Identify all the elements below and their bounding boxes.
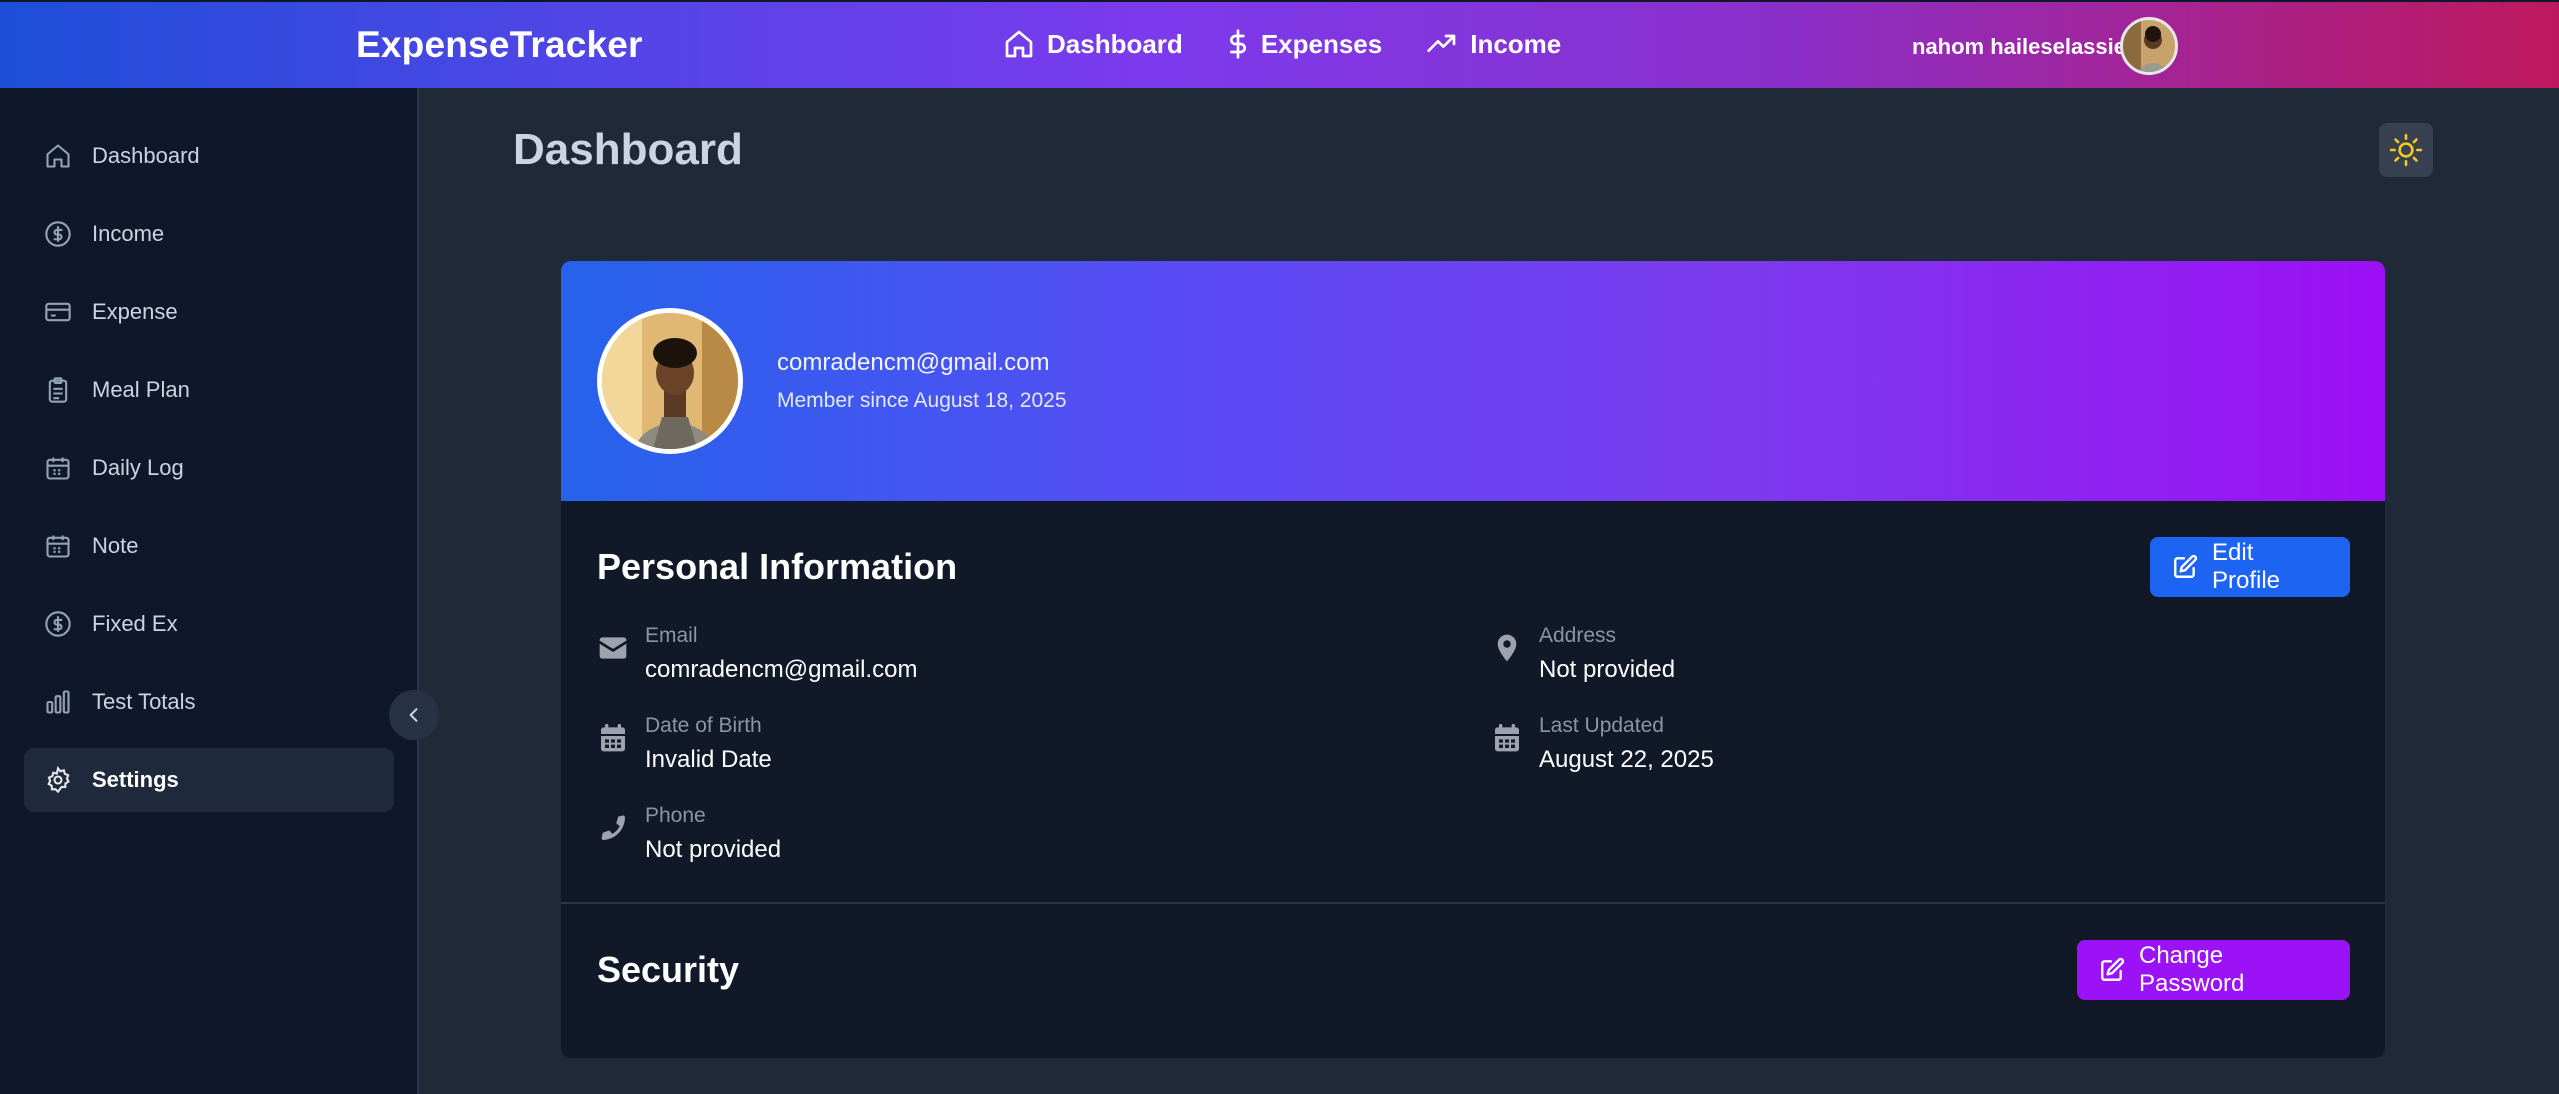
sidebar-item-meal-plan[interactable]: Meal Plan xyxy=(24,358,394,422)
sidebar-item-expense[interactable]: Expense xyxy=(24,280,394,344)
calendar-icon xyxy=(44,532,72,560)
map-pin-icon xyxy=(1491,632,1523,664)
sidebar-item-label: Daily Log xyxy=(92,455,184,480)
sidebar-collapse-button[interactable] xyxy=(389,690,439,740)
edit-icon xyxy=(2172,554,2198,580)
chevron-left-icon xyxy=(409,708,418,722)
change-password-button[interactable]: Change Password xyxy=(2077,940,2350,1000)
sidebar-item-label: Income xyxy=(92,221,165,246)
topnav-expenses-label: Expenses xyxy=(1260,28,1383,59)
profile-banner: comradencm@gmail.com Member since August… xyxy=(561,261,2385,501)
field-label: Last Updated xyxy=(1539,714,1664,737)
field-value: August 22, 2025 xyxy=(1539,746,1714,773)
sidebar-item-label: Test Totals xyxy=(92,689,196,714)
sidebar-item-note[interactable]: Note xyxy=(24,514,394,578)
security-title: Security xyxy=(597,949,740,990)
field-value: comradencm@gmail.com xyxy=(645,656,918,683)
field-label: Email xyxy=(645,624,698,647)
theme-toggle-button[interactable] xyxy=(2379,123,2433,177)
sidebar-item-label: Expense xyxy=(92,299,178,324)
top-navbar: ExpenseTracker Dashboard Expenses Income… xyxy=(0,0,2559,88)
field-label: Date of Birth xyxy=(645,714,762,737)
edit-profile-button[interactable]: Edit Profile xyxy=(2150,537,2350,597)
field-value: Not provided xyxy=(1539,656,1676,683)
top-nav: Dashboard Expenses Income xyxy=(1003,28,1605,60)
change-password-label: Change Password xyxy=(2139,942,2245,997)
sidebar-item-income[interactable]: Income xyxy=(24,202,394,266)
envelope-icon xyxy=(597,632,629,664)
sidebar-item-label: Dashboard xyxy=(92,143,200,168)
sidebar-item-test-totals[interactable]: Test Totals xyxy=(24,670,394,734)
sidebar-item-label: Note xyxy=(92,533,139,558)
profile-email: comradencm@gmail.com xyxy=(777,349,1050,376)
member-since: Member since August 18, 2025 xyxy=(777,389,1067,412)
trending-up-icon xyxy=(1426,28,1458,60)
clipboard-icon xyxy=(44,376,72,404)
topnav-income-label: Income xyxy=(1470,28,1562,59)
profile-card: comradencm@gmail.com Member since August… xyxy=(561,261,2385,1058)
sidebar: Dashboard Income Expense Meal Plan Daily… xyxy=(0,88,419,1094)
sidebar-item-label: Settings xyxy=(92,767,179,792)
page-title: Dashboard xyxy=(513,125,743,174)
dollar-icon xyxy=(1227,28,1249,60)
bar-chart-icon xyxy=(44,688,72,716)
phone-icon xyxy=(597,812,629,844)
field-label: Phone xyxy=(645,804,706,827)
field-value: Invalid Date xyxy=(645,746,772,773)
calendar-icon xyxy=(597,722,629,754)
brand-logo[interactable]: ExpenseTracker xyxy=(356,24,643,66)
sidebar-item-dashboard[interactable]: Dashboard xyxy=(24,124,394,188)
dollar-circle-icon xyxy=(44,220,72,248)
topnav-expenses[interactable]: Expenses xyxy=(1227,28,1382,60)
sidebar-item-label: Meal Plan xyxy=(92,377,190,402)
home-icon xyxy=(44,142,72,170)
personal-info-title: Personal Information xyxy=(597,546,958,587)
sidebar-item-label: Fixed Ex xyxy=(92,611,178,636)
dollar-circle-icon xyxy=(44,610,72,638)
sun-icon xyxy=(2389,133,2423,167)
gear-icon xyxy=(44,766,72,794)
home-icon xyxy=(1003,28,1035,60)
topnav-income[interactable]: Income xyxy=(1426,28,1561,60)
avatar[interactable] xyxy=(2120,17,2178,75)
topnav-dashboard[interactable]: Dashboard xyxy=(1003,28,1183,60)
sidebar-item-daily-log[interactable]: Daily Log xyxy=(24,436,394,500)
avatar xyxy=(597,308,743,454)
calendar-icon xyxy=(1491,722,1523,754)
topnav-dashboard-label: Dashboard xyxy=(1047,28,1183,59)
field-value: Not provided xyxy=(645,836,782,863)
sidebar-item-settings[interactable]: Settings xyxy=(24,748,394,812)
field-label: Address xyxy=(1539,624,1617,647)
credit-card-icon xyxy=(44,298,72,326)
edit-profile-label: Edit Profile xyxy=(2212,539,2281,594)
sidebar-item-fixed-ex[interactable]: Fixed Ex xyxy=(24,592,394,656)
section-divider xyxy=(561,902,2385,904)
user-name[interactable]: nahom haileselassie xyxy=(1912,34,2126,60)
edit-icon xyxy=(2099,957,2125,983)
calendar-icon xyxy=(44,454,72,482)
